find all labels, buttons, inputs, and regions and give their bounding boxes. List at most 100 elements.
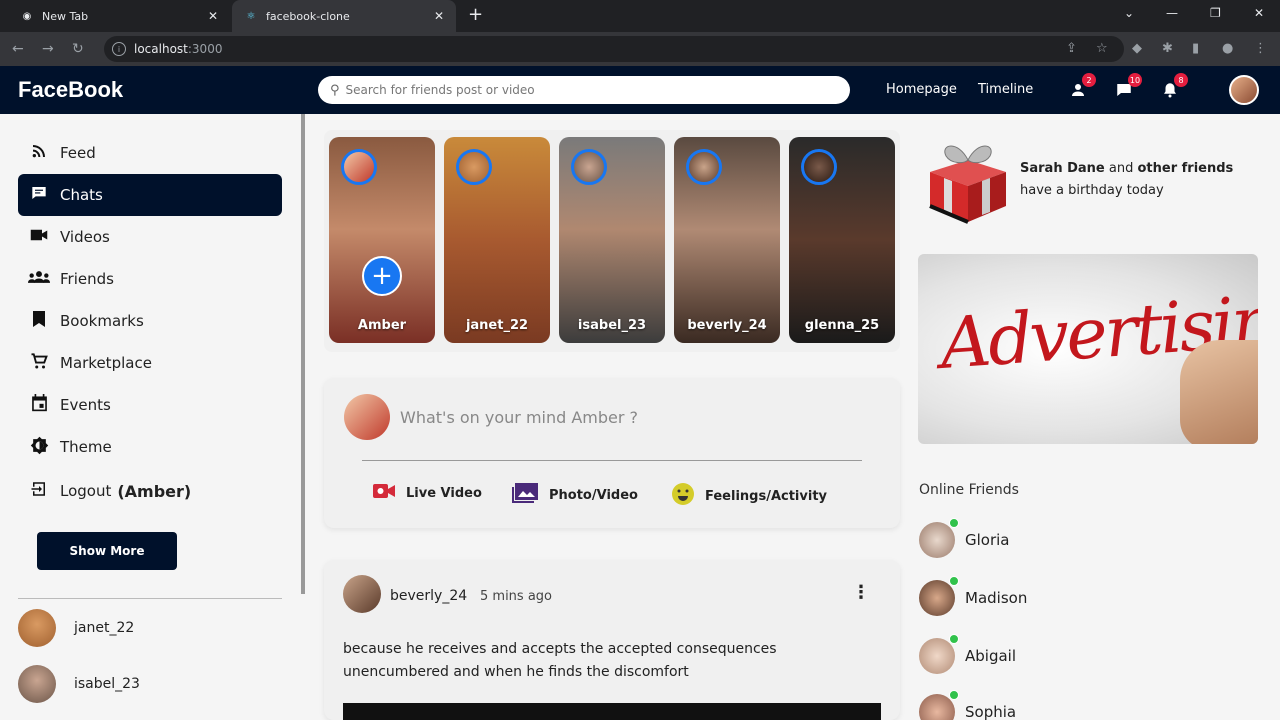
- advertisement-banner[interactable]: Advertising: [918, 254, 1258, 444]
- online-friend[interactable]: Madison: [919, 576, 1028, 616]
- close-window-button[interactable]: ✕: [1254, 6, 1264, 20]
- story-name: Amber: [357, 318, 407, 333]
- back-icon[interactable]: ←: [12, 41, 24, 57]
- maximize-button[interactable]: ❐: [1210, 6, 1221, 20]
- story-card[interactable]: beverly_24: [674, 137, 780, 343]
- left-sidebar: Feed Chats Videos Friends Bookmarks Mark…: [0, 114, 300, 720]
- sidebar-item-feed[interactable]: Feed: [18, 132, 282, 174]
- live-video-option[interactable]: Live Video: [372, 482, 482, 505]
- browser-tab-new-tab[interactable]: ◉ New Tab ✕: [8, 0, 230, 32]
- close-tab-icon[interactable]: ✕: [208, 9, 218, 23]
- menu-icon[interactable]: ⋮: [1254, 41, 1267, 56]
- photo-video-option[interactable]: Photo/Video: [511, 482, 638, 509]
- option-label: Feelings/Activity: [705, 489, 828, 504]
- chrome-icon: ◉: [22, 10, 32, 22]
- sidebar-item-friends[interactable]: Friends: [18, 258, 282, 300]
- birthday-name[interactable]: Sarah Dane: [1020, 161, 1105, 176]
- browser-address-bar: ← → ↻ i localhost:3000 ⇪ ☆ ◆ ✱ ▮ ● ⋮: [0, 32, 1280, 66]
- online-friend[interactable]: Gloria: [919, 518, 1010, 558]
- reload-icon[interactable]: ↻: [72, 41, 84, 57]
- friend-name: Abigail: [965, 647, 1016, 665]
- react-icon: ⚛: [246, 10, 256, 22]
- sidebar-item-chats[interactable]: Chats: [18, 174, 282, 216]
- bookmark-icon: [28, 310, 50, 332]
- profile-icon[interactable]: ●: [1222, 41, 1233, 56]
- post-text: because he receives and accepts the acce…: [343, 641, 777, 680]
- sidebar-item-theme[interactable]: Theme: [18, 426, 282, 468]
- option-label: Photo/Video: [549, 488, 638, 503]
- more-options-icon[interactable]: ⋮: [852, 582, 870, 603]
- share-input[interactable]: What's on your mind Amber ?: [400, 408, 638, 427]
- sidebar-item-events[interactable]: Events: [18, 384, 282, 426]
- birthday-others[interactable]: other friends: [1137, 161, 1233, 176]
- sidebar-item-bookmarks[interactable]: Bookmarks: [18, 300, 282, 342]
- sidebar-scrollbar[interactable]: [301, 114, 305, 594]
- browser-tab-facebook-clone[interactable]: ⚛ facebook-clone ✕: [232, 0, 456, 32]
- show-more-button[interactable]: Show More: [37, 532, 177, 570]
- sidebar-item-marketplace[interactable]: Marketplace: [18, 342, 282, 384]
- photo-library-icon: [511, 482, 539, 509]
- nav-homepage[interactable]: Homepage: [886, 82, 957, 97]
- share-icon[interactable]: ⇪: [1066, 41, 1077, 56]
- video-icon: [28, 228, 50, 246]
- close-tab-icon[interactable]: ✕: [434, 9, 444, 23]
- color-extension-icon[interactable]: ◆: [1132, 41, 1142, 56]
- avatar: [919, 690, 959, 720]
- story-avatar: [341, 149, 377, 185]
- search-input[interactable]: [345, 83, 826, 97]
- story-name: isabel_23: [577, 318, 647, 333]
- app-logo[interactable]: FaceBook: [18, 77, 123, 103]
- avatar: [18, 665, 56, 703]
- bookmark-star-icon[interactable]: ☆: [1096, 41, 1108, 56]
- user-avatar[interactable]: [1229, 75, 1259, 105]
- side-panel-icon[interactable]: ▮: [1192, 41, 1199, 56]
- post-image[interactable]: [343, 703, 881, 720]
- sidebar-item-label: Marketplace: [60, 354, 152, 372]
- avatar: [919, 634, 959, 674]
- sidebar-item-label: Theme: [60, 438, 112, 456]
- url-field[interactable]: i localhost:3000: [104, 36, 1124, 62]
- tab-search-icon[interactable]: ⌄: [1124, 6, 1134, 20]
- sidebar-friend[interactable]: isabel_23: [18, 665, 140, 703]
- story-card[interactable]: isabel_23: [559, 137, 665, 343]
- post-username[interactable]: beverly_24: [390, 588, 467, 604]
- online-friend[interactable]: Sophia: [919, 690, 1017, 720]
- site-info-icon[interactable]: i: [112, 42, 126, 56]
- messages-badge: 10: [1128, 73, 1142, 87]
- option-label: Live Video: [406, 486, 482, 501]
- search-bar[interactable]: ⚲: [318, 76, 850, 104]
- sidebar-item-label: Friends: [60, 270, 114, 288]
- person-icon[interactable]: 2: [1066, 73, 1096, 102]
- minimize-button[interactable]: —: [1166, 6, 1178, 20]
- calendar-icon: [28, 394, 50, 416]
- sidebar-item-logout[interactable]: Logout (Amber): [18, 470, 282, 512]
- logout-icon: [28, 480, 50, 502]
- bell-icon[interactable]: 8: [1158, 73, 1188, 102]
- sidebar-item-label: Chats: [60, 186, 103, 204]
- new-tab-button[interactable]: +: [468, 6, 483, 24]
- post-time: 5 mins ago: [480, 589, 552, 604]
- sidebar-divider: [18, 598, 282, 599]
- sidebar-friend[interactable]: janet_22: [18, 609, 134, 647]
- online-friend[interactable]: Abigail: [919, 634, 1016, 674]
- add-story-icon[interactable]: +: [362, 256, 402, 296]
- story-card[interactable]: janet_22: [444, 137, 550, 343]
- gift-icon: [920, 132, 1010, 224]
- live-video-icon: [372, 482, 396, 505]
- story-card[interactable]: + Amber: [329, 137, 435, 343]
- sidebar-item-videos[interactable]: Videos: [18, 216, 282, 258]
- share-box: What's on your mind Amber ? Live Video P…: [324, 378, 900, 528]
- extensions-icon[interactable]: ✱: [1162, 41, 1173, 56]
- story-card[interactable]: glenna_25: [789, 137, 895, 343]
- avatar: [18, 609, 56, 647]
- friend-name: Sophia: [965, 703, 1017, 720]
- avatar[interactable]: [343, 575, 381, 613]
- story-avatar: [801, 149, 837, 185]
- forward-icon[interactable]: →: [42, 41, 54, 57]
- friend-name: Madison: [965, 589, 1028, 607]
- chat-icon[interactable]: 10: [1112, 73, 1142, 102]
- online-status-dot: [949, 634, 959, 644]
- nav-timeline[interactable]: Timeline: [978, 82, 1033, 97]
- feelings-option[interactable]: Feelings/Activity: [671, 482, 827, 511]
- logout-username: (Amber): [117, 481, 192, 501]
